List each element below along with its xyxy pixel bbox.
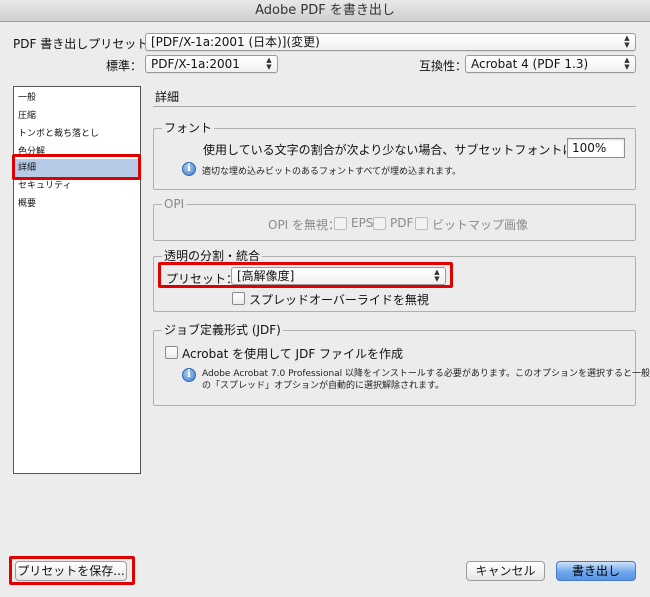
export-button[interactable]: 書き出し <box>556 561 636 581</box>
cancel-button[interactable]: キャンセル <box>466 561 545 581</box>
preset-popup[interactable]: [PDF/X-1a:2001 (日本)](変更) ▲ ▼ <box>145 33 636 51</box>
sidebar-item-security[interactable]: セキュリティ <box>15 177 139 195</box>
flattener-preset-label: プリセット： <box>166 272 239 286</box>
opi-ignore-label: OPI を無視： <box>268 218 341 232</box>
bitmap-checkbox[interactable] <box>415 217 428 230</box>
subset-percent-field[interactable]: 100% <box>567 138 625 158</box>
sidebar-item-advanced[interactable]: 詳細 <box>15 159 139 177</box>
window-title: Adobe PDF を書き出し <box>0 0 650 22</box>
info-icon: i <box>182 162 196 176</box>
info-icon: i <box>182 368 196 382</box>
opi-group-title: OPI <box>162 196 187 212</box>
save-preset-button[interactable]: プリセットを保存... <box>15 561 127 581</box>
popup-arrows-icon: ▲ ▼ <box>434 268 440 283</box>
ignore-spread-override-label: スプレッドオーバーライドを無視 <box>249 293 429 307</box>
font-group: フォント <box>153 120 636 190</box>
popup-arrows-icon: ▲ ▼ <box>266 56 272 71</box>
ignore-spread-override-checkbox[interactable] <box>232 292 245 305</box>
sidebar-item-marks-bleeds[interactable]: トンボと裁ち落とし <box>15 125 139 143</box>
create-jdf-checkbox[interactable] <box>165 346 178 359</box>
transparency-group-title: 透明の分割・統合 <box>162 248 263 264</box>
eps-checkbox[interactable] <box>334 217 347 230</box>
bitmap-label: ビットマップ画像 <box>432 218 529 232</box>
preset-label: PDF 書き出しプリセット： <box>13 37 161 51</box>
jdf-group-title: ジョブ定義形式 (JDF) <box>162 322 283 338</box>
compat-popup[interactable]: Acrobat 4 (PDF 1.3) ▲ ▼ <box>465 55 636 73</box>
subset-label: 使用している文字の割合が次より少ない場合、サブセットフォントにする： <box>203 143 611 157</box>
preset-popup-value: [PDF/X-1a:2001 (日本)](変更) <box>151 35 320 49</box>
flattener-preset-popup[interactable]: [高解像度] ▲ ▼ <box>231 267 446 285</box>
category-list[interactable]: 一般 圧縮 トンボと裁ち落とし 色分解 詳細 セキュリティ 概要 <box>13 86 141 474</box>
jdf-info-line2: の「スプレッド」オプションが自動的に選択解除されます。 <box>202 381 445 391</box>
compat-popup-value: Acrobat 4 (PDF 1.3) <box>471 57 589 71</box>
sidebar-item-summary[interactable]: 概要 <box>15 195 139 213</box>
popup-arrows-icon: ▲ ▼ <box>624 34 630 49</box>
font-info-text: 適切な埋め込みビットのあるフォントすべてが埋め込まれます。 <box>202 167 462 177</box>
standard-label: 標準： <box>106 59 143 73</box>
sidebar-item-compression[interactable]: 圧縮 <box>15 107 139 125</box>
compat-label: 互換性： <box>419 59 468 73</box>
section-divider <box>153 106 636 107</box>
section-title: 詳細 <box>155 90 180 104</box>
font-group-title: フォント <box>162 120 215 136</box>
eps-label: EPS <box>351 216 374 230</box>
pdf-checkbox[interactable] <box>373 217 386 230</box>
pdf-label: PDF <box>390 216 414 230</box>
standard-popup[interactable]: PDF/X-1a:2001 ▲ ▼ <box>145 55 278 73</box>
popup-arrows-icon: ▲ ▼ <box>624 56 630 71</box>
sidebar-item-general[interactable]: 一般 <box>15 89 139 107</box>
create-jdf-label: Acrobat を使用して JDF ファイルを作成 <box>182 347 404 361</box>
standard-popup-value: PDF/X-1a:2001 <box>151 57 240 71</box>
flattener-preset-value: [高解像度] <box>237 269 295 283</box>
